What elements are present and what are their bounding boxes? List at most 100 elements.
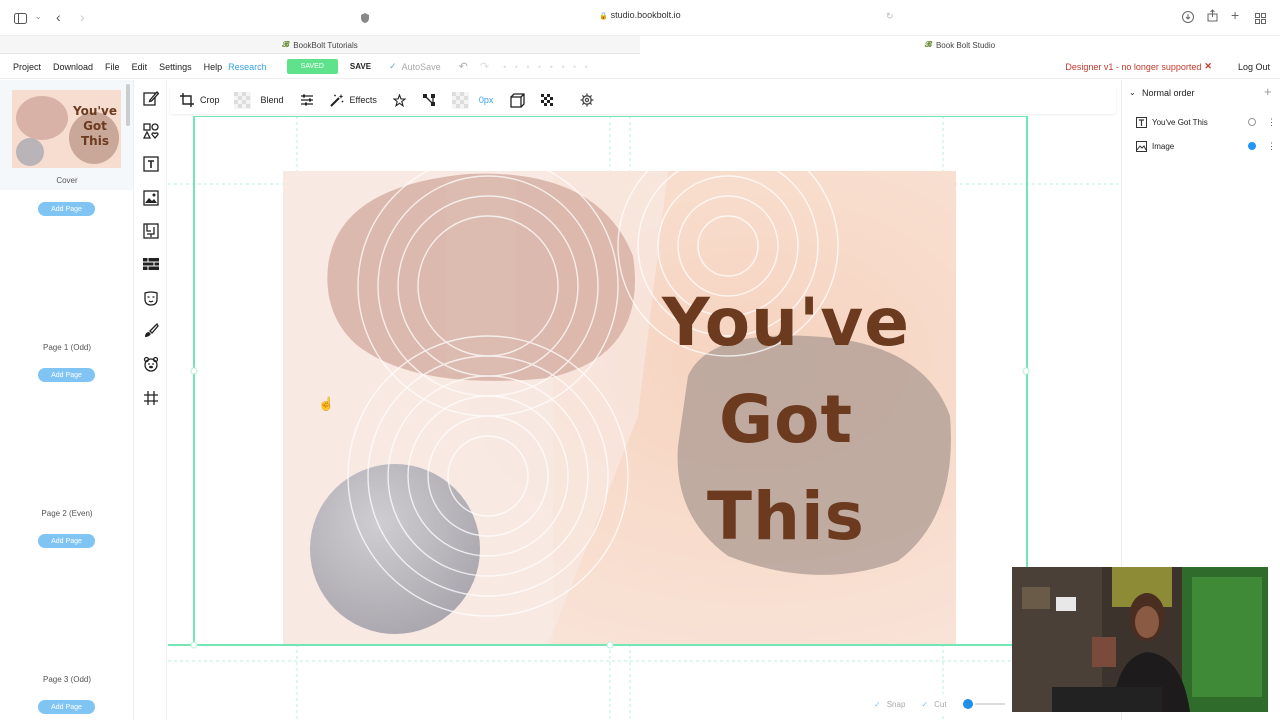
mask-icon[interactable] [143,290,159,306]
blend-button[interactable]: Blend [228,86,292,114]
adjust-sliders-icon[interactable] [292,86,322,114]
snap-bar: ✓ Snap ✓ Cut [866,694,1016,714]
thumbnail-line: You've [72,104,117,118]
tab-bookbolt-tutorials[interactable]: 𝓑 BookBolt Tutorials [0,36,640,54]
page-2-label: Page 2 (Even) [41,509,93,518]
chevron-down-icon[interactable]: ⌄ [35,12,42,21]
cut-toggle[interactable]: Cut [934,700,946,709]
title-line: This [707,478,865,555]
tab-overview-icon[interactable] [1255,11,1266,29]
magic-wand-icon [329,94,344,107]
share-icon[interactable] [1207,9,1218,27]
bookbolt-logo-icon: 𝓑 [924,40,932,49]
pages-panel: You've Got This Cover Add Page Page 1 (O… [0,80,134,720]
grid-hash-icon[interactable] [143,390,159,406]
menu-file[interactable]: File [99,62,126,72]
star-shape-icon[interactable] [385,86,414,114]
title-line: You've [661,284,911,361]
border-width-control[interactable]: 0px [444,86,502,114]
image-tool-icon[interactable] [143,190,159,206]
pattern-brick-icon[interactable] [143,256,159,272]
menu-help[interactable]: Help [198,62,229,72]
text-tool-icon[interactable] [143,156,159,172]
add-page-button[interactable]: Add Page [38,368,95,382]
zoom-slider-handle[interactable] [962,699,973,709]
title-line: Got [718,381,854,458]
zoom-slider-track[interactable] [974,703,1005,705]
more-options-icon[interactable]: ⋮ [1267,141,1276,152]
thumbnail-line: This [81,134,109,148]
logout-link[interactable]: Log Out [1238,62,1270,72]
layer-row[interactable]: You've Got This ⋮ [1136,114,1276,130]
visibility-toggle[interactable] [1248,142,1256,150]
chevron-down-icon[interactable]: ⌄ [1129,88,1136,97]
menu-settings[interactable]: Settings [153,62,198,72]
download-icon[interactable] [1182,10,1194,28]
panel-scrollbar[interactable] [126,84,130,126]
webcam-overlay [1012,567,1268,712]
effects-button[interactable]: Effects [322,86,385,114]
edit-toolbar: Crop Blend Effects 0px [170,86,1116,114]
puzzle-maze-icon[interactable] [143,223,159,239]
blend-label: Blend [260,95,284,105]
add-page-button[interactable]: Add Page [38,202,95,216]
design-canvas[interactable]: You've Got This ☝ [168,116,1120,720]
new-tab-icon[interactable]: + [1231,7,1239,23]
browser-toolbar: ⌄ ‹ › 🔒 studio.bookbolt.io ↻ + [0,0,1280,36]
snap-toggle[interactable]: Snap [887,700,906,709]
layer-order-label[interactable]: Normal order [1142,88,1195,98]
hand-cursor-icon: ☝ [318,396,335,411]
save-button[interactable]: SAVE [350,62,371,71]
paint-brush-icon[interactable] [143,323,159,339]
undo-icon[interactable]: ↶ [459,60,468,73]
check-icon: ✓ [389,61,397,71]
close-notice-icon[interactable]: ✕ [1204,61,1212,72]
add-layer-icon[interactable]: + [1264,84,1272,99]
settings-gear-icon[interactable] [572,86,602,114]
menu-download[interactable]: Download [47,62,99,72]
cover-label: Cover [56,176,78,185]
3d-box-icon[interactable] [501,86,533,114]
autosave-toggle[interactable]: AutoSave [402,62,441,72]
back-icon[interactable]: ‹ [56,9,61,25]
redo-icon[interactable]: ↷ [480,60,489,73]
menu-edit[interactable]: Edit [126,62,154,72]
thumbnail-line: Got [83,119,107,133]
bear-character-icon[interactable] [143,356,159,372]
sidebar-toggle-icon[interactable] [14,11,27,29]
checker-transparency-icon [233,91,251,109]
transform-nodes-icon[interactable] [414,86,444,114]
crop-button[interactable]: Crop [170,86,228,114]
tab-bar: 𝓑 BookBolt Tutorials 𝓑 Book Bolt Studio [0,36,1280,54]
privacy-shield-icon[interactable] [360,11,370,29]
canvas-title-text[interactable]: You've Got This [636,274,936,565]
reload-icon[interactable]: ↻ [886,11,894,22]
menu-research[interactable]: Research [228,62,273,72]
check-icon: ✓ [921,699,929,709]
saved-badge: SAVED [286,59,338,74]
layer-name: Image [1152,141,1175,151]
visibility-toggle[interactable] [1248,118,1256,126]
transparency-icon[interactable] [533,86,562,114]
cover-thumbnail[interactable]: You've Got This [12,90,121,168]
border-width-value: 0px [478,95,494,105]
tab-label: Book Bolt Studio [935,40,996,50]
tab-label: BookBolt Tutorials [293,40,358,50]
edit-pencil-icon[interactable] [143,90,159,106]
tab-bookbolt-studio[interactable]: 𝓑 Book Bolt Studio [640,36,1280,54]
placeholder-dots: • • • • • • • • [503,61,591,72]
address-bar[interactable]: 🔒 studio.bookbolt.io [560,10,720,20]
text-layer-icon [1136,116,1147,128]
menu-project[interactable]: Project [7,62,47,72]
add-page-button[interactable]: Add Page [38,534,95,548]
page-3-label: Page 3 (Odd) [42,675,92,684]
forward-icon[interactable]: › [80,9,85,25]
more-options-icon[interactable]: ⋮ [1267,117,1276,128]
thumbnail-title: You've Got This [70,104,120,149]
add-page-button[interactable]: Add Page [38,700,95,714]
url-text: studio.bookbolt.io [610,10,681,20]
elements-shapes-icon[interactable] [143,123,159,139]
layer-row[interactable]: Image ⋮ [1136,138,1276,154]
effects-label: Effects [349,95,377,105]
layer-name: You've Got This [1152,117,1208,127]
